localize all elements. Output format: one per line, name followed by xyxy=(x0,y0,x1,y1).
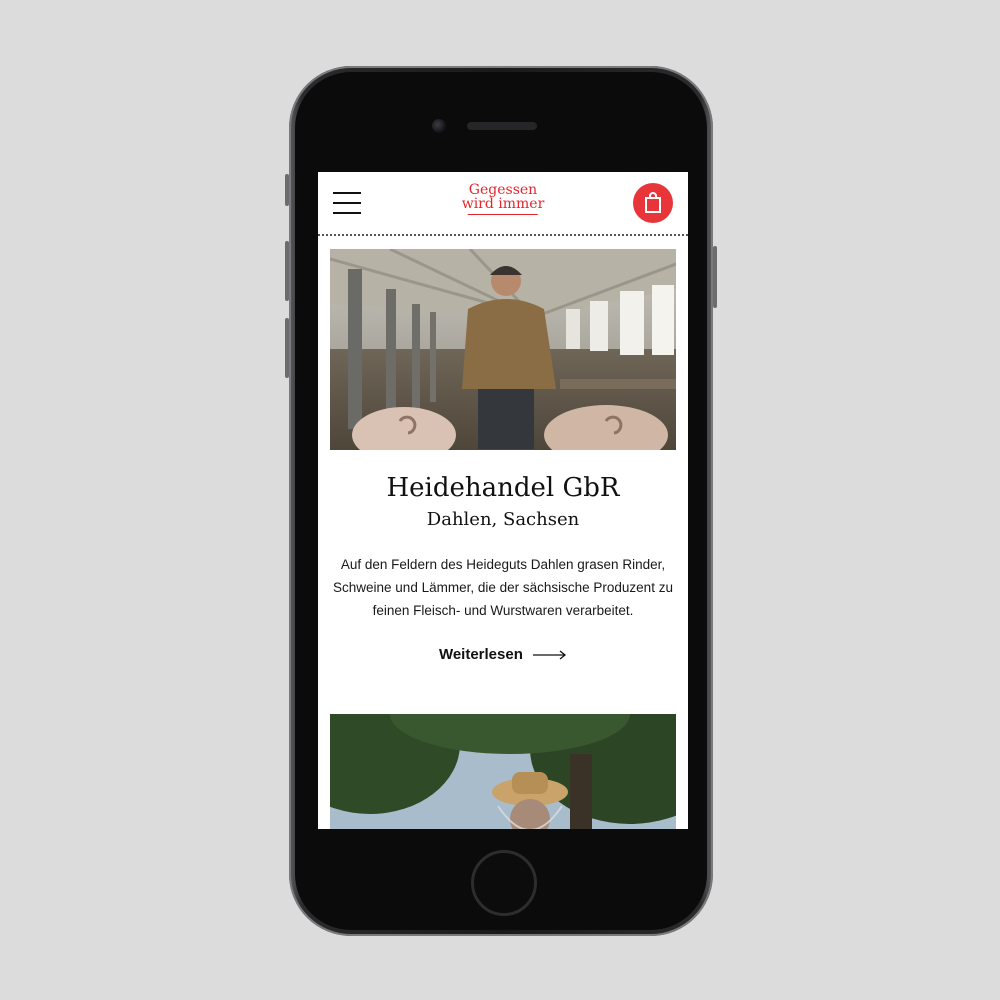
front-camera xyxy=(432,119,446,133)
beekeeper-photo xyxy=(330,714,676,829)
mute-switch xyxy=(285,174,289,206)
logo-underline xyxy=(467,214,538,215)
phone-screen: Gegessen wird immer Heidehandel GbR Dahl… xyxy=(318,172,688,829)
read-more-link[interactable]: Weiterlesen xyxy=(318,646,688,663)
producer-photo[interactable] xyxy=(330,249,676,450)
farmer-barn-photo xyxy=(330,249,676,450)
producer-description: Auf den Feldern des Heideguts Dahlen gra… xyxy=(333,557,673,618)
logo-line-2: wird immer xyxy=(461,196,545,212)
volume-down-button xyxy=(285,318,289,378)
shopping-bag-button[interactable] xyxy=(633,183,673,223)
volume-up-button xyxy=(285,241,289,301)
hamburger-icon[interactable] xyxy=(333,192,361,214)
read-more-label: Weiterlesen xyxy=(438,646,523,663)
producer-location: Dahlen, Sachsen xyxy=(426,509,580,530)
site-logo[interactable]: Gegessen wird immer xyxy=(461,182,545,215)
earpiece-speaker xyxy=(467,122,537,130)
arrow-right-icon xyxy=(533,650,567,660)
logo-line-1: Gegessen xyxy=(468,182,538,198)
home-button xyxy=(471,850,537,916)
producer-name[interactable]: Heidehandel GbR xyxy=(318,473,688,503)
shopping-bag-icon xyxy=(645,192,661,213)
power-button xyxy=(713,246,717,308)
next-producer-photo[interactable] xyxy=(330,714,676,829)
site-header: Gegessen wird immer xyxy=(318,172,688,236)
